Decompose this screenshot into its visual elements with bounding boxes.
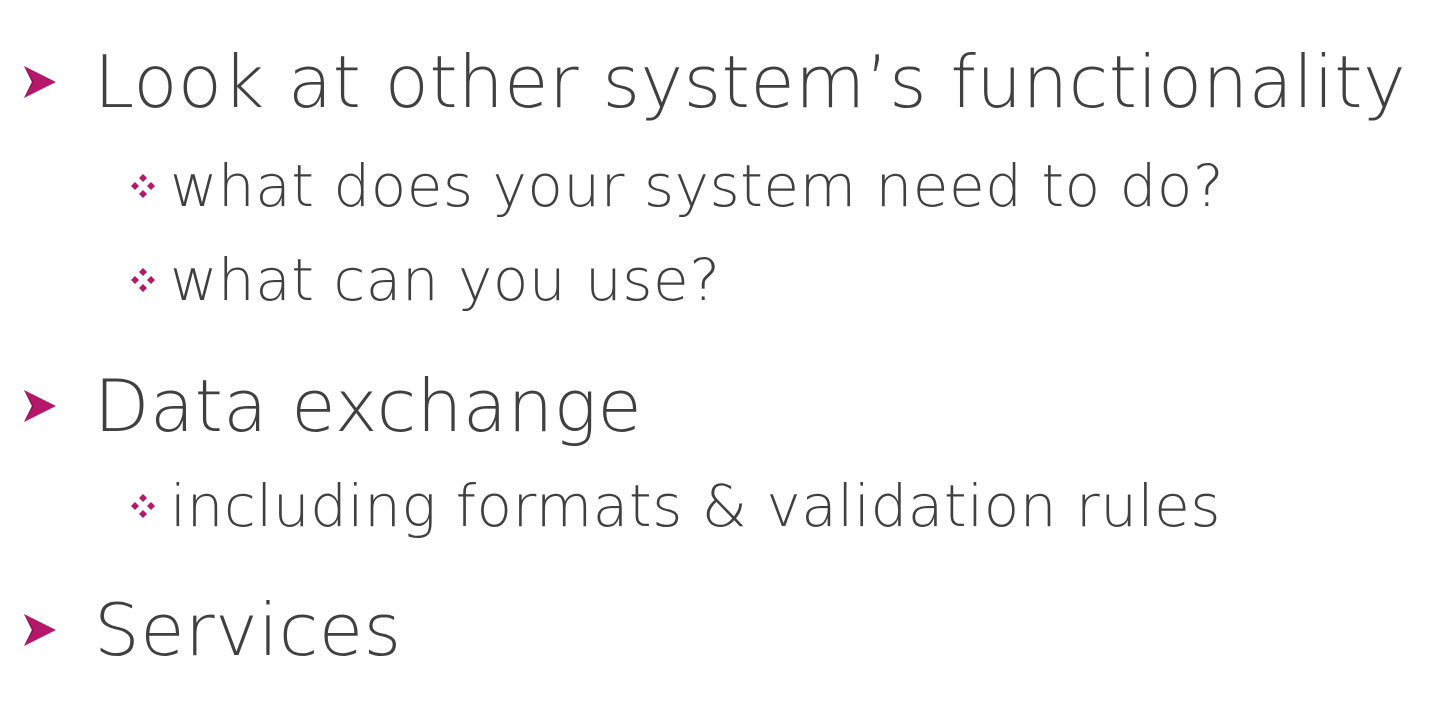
sub-bullet-item: including formats & validation rules xyxy=(130,466,1221,546)
bullet-item: Data exchange xyxy=(20,356,642,456)
arrow-bullet-icon xyxy=(20,356,70,456)
sub-bullet-text: what does your system need to do? xyxy=(170,152,1225,220)
bullet-text: Look at other system’s functionality xyxy=(94,40,1407,124)
bullet-text: Services xyxy=(94,588,402,672)
four-diamond-bullet-icon xyxy=(130,466,166,546)
sub-bullet-text: what can you use? xyxy=(170,246,721,314)
sub-bullet-text: including formats & validation rules xyxy=(170,472,1222,540)
arrow-bullet-icon xyxy=(20,32,70,132)
four-diamond-bullet-icon xyxy=(130,146,166,226)
bullet-text: Data exchange xyxy=(94,364,643,448)
bullet-item: Services xyxy=(20,580,402,680)
sub-bullet-item: what does your system need to do? xyxy=(130,146,1224,226)
slide-content: Look at other system’s functionality wha… xyxy=(0,0,1449,706)
bullet-item: Look at other system’s functionality xyxy=(20,32,1406,132)
arrow-bullet-icon xyxy=(20,580,70,680)
sub-bullet-item: what can you use? xyxy=(130,240,721,320)
four-diamond-bullet-icon xyxy=(130,240,166,320)
